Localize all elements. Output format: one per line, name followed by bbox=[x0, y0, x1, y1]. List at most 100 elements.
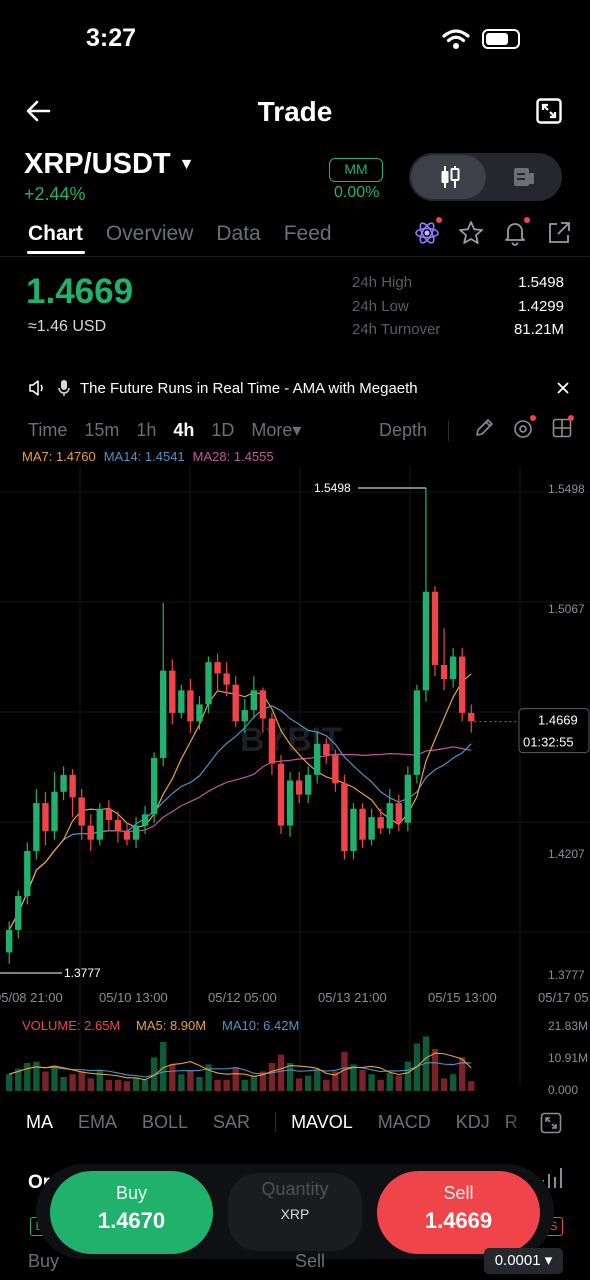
interval-1h[interactable]: 1h bbox=[136, 420, 156, 441]
volume-bar bbox=[6, 1074, 13, 1091]
candle-body bbox=[431, 591, 439, 665]
buy-button[interactable]: Buy 1.4670 bbox=[50, 1171, 213, 1254]
interval-more[interactable]: More▾ bbox=[251, 420, 301, 441]
mm-badge[interactable]: MM bbox=[329, 158, 383, 182]
volume-bar bbox=[431, 1049, 439, 1091]
ma-legend: MA7: 1.4760 MA14: 1.4541 MA28: 1.4555 bbox=[22, 449, 274, 464]
tab-data[interactable]: Data bbox=[216, 222, 260, 246]
volume-bar bbox=[33, 1061, 40, 1091]
candle-view-option[interactable] bbox=[411, 155, 486, 199]
pencil-icon[interactable] bbox=[474, 418, 494, 438]
volume-value: VOLUME: 2.65M bbox=[22, 1018, 120, 1033]
star-icon[interactable] bbox=[458, 220, 484, 246]
page-title: Trade bbox=[257, 96, 333, 127]
candle-body bbox=[304, 774, 312, 795]
low-marker-label: 1.3777 bbox=[64, 966, 101, 980]
buy-label: Buy bbox=[115, 1183, 148, 1203]
indicator-kdj[interactable]: KDJ bbox=[456, 1112, 490, 1133]
volume-bar bbox=[78, 1071, 85, 1091]
stat-row-high: 24h High 1.5498 bbox=[352, 274, 564, 298]
notification-dot bbox=[530, 415, 536, 421]
candle-body bbox=[178, 690, 185, 713]
tick-size-select[interactable]: 0.0001 ▾ bbox=[484, 1248, 563, 1274]
pair-symbol: XRP/USDT bbox=[24, 148, 171, 180]
candle-body bbox=[51, 791, 58, 832]
indicator-boll[interactable]: BOLL bbox=[142, 1112, 188, 1133]
candle-body bbox=[141, 814, 149, 826]
candle-body bbox=[277, 763, 285, 826]
volume-bar bbox=[286, 1063, 294, 1091]
pair-selector[interactable]: XRP/USDT ▼ bbox=[24, 148, 194, 181]
share-icon[interactable] bbox=[546, 220, 572, 246]
indicator-ema[interactable]: EMA bbox=[78, 1112, 117, 1133]
candlestick-icon bbox=[441, 166, 460, 188]
indicator-ma[interactable]: MA bbox=[26, 1112, 53, 1133]
candle-body bbox=[60, 774, 67, 792]
candle-body bbox=[332, 755, 339, 784]
candle-body bbox=[286, 780, 294, 826]
price-axis-label: 1.4207 bbox=[548, 847, 585, 861]
indicator-sar[interactable]: SAR bbox=[213, 1112, 250, 1133]
candle-body bbox=[268, 718, 276, 764]
stat-label: 24h High bbox=[352, 274, 413, 291]
candle-body bbox=[160, 670, 167, 758]
candle-body bbox=[69, 774, 76, 798]
gear-icon bbox=[514, 420, 532, 438]
close-icon[interactable] bbox=[556, 381, 570, 395]
indicator-macd[interactable]: MACD bbox=[378, 1112, 431, 1133]
quantity-placeholder: Quantity bbox=[261, 1179, 329, 1199]
stat-value: 1.4299 bbox=[518, 297, 564, 315]
indicator-mavol[interactable]: MAVOL bbox=[291, 1112, 353, 1133]
candle-body bbox=[350, 808, 357, 851]
mm-value: 0.00% bbox=[334, 184, 380, 201]
microphone-icon bbox=[58, 380, 70, 396]
candle-body bbox=[15, 896, 22, 930]
stat-label: 24h Low bbox=[352, 297, 409, 315]
depth-tab[interactable]: Depth bbox=[379, 420, 427, 441]
time-axis-label: 05/15 13:00 bbox=[428, 990, 497, 1005]
candle-body bbox=[250, 690, 258, 711]
volume-bar bbox=[449, 1074, 457, 1091]
layout-settings[interactable] bbox=[552, 415, 574, 438]
interval-15m[interactable]: 15m bbox=[84, 420, 119, 441]
candle-body bbox=[422, 591, 430, 691]
candle-body bbox=[105, 808, 113, 820]
candle-body bbox=[132, 825, 140, 840]
volume-bar bbox=[178, 1074, 185, 1091]
interval-4h[interactable]: 4h bbox=[173, 420, 194, 441]
candle-body bbox=[314, 743, 321, 775]
fullscreen-icon[interactable] bbox=[536, 98, 562, 124]
ai-atom-icon[interactable] bbox=[414, 217, 442, 246]
time-axis-label: 05/12 05:00 bbox=[208, 990, 277, 1005]
tab-overview[interactable]: Overview bbox=[106, 222, 194, 246]
ma28-value: MA28: 1.4555 bbox=[192, 449, 274, 464]
tab-chart[interactable]: Chart bbox=[28, 222, 83, 246]
candle-body bbox=[114, 819, 122, 832]
tab-feed[interactable]: Feed bbox=[284, 222, 332, 246]
interval-1d[interactable]: 1D bbox=[211, 420, 234, 441]
announcement-banner[interactable]: The Future Runs in Real Time - AMA with … bbox=[28, 379, 570, 397]
chart-view-toggle[interactable] bbox=[409, 153, 562, 201]
announcement-text: The Future Runs in Real Time - AMA with … bbox=[80, 379, 418, 397]
order-book-view-icon[interactable] bbox=[512, 165, 536, 189]
candle-body bbox=[187, 690, 194, 722]
bell-icon[interactable] bbox=[502, 217, 530, 246]
interval-time[interactable]: Time bbox=[28, 420, 67, 441]
expand-indicators-icon[interactable] bbox=[540, 1112, 562, 1134]
volume-bar bbox=[395, 1075, 402, 1091]
volume-bar bbox=[60, 1077, 67, 1091]
candle-body bbox=[468, 712, 475, 722]
volume-ma10-value: MA10: 6.42M bbox=[222, 1018, 299, 1033]
volume-bar bbox=[241, 1079, 248, 1091]
candle-body bbox=[368, 817, 375, 840]
candlestick-chart[interactable]: BYBIT1.54981.50671.42071.37771.54981.377… bbox=[0, 466, 590, 1096]
quantity-input[interactable]: Quantity XRP bbox=[228, 1173, 362, 1251]
caret-down-icon: ▼ bbox=[178, 155, 195, 173]
indicator-settings[interactable] bbox=[512, 415, 536, 440]
grid-icon bbox=[552, 418, 572, 438]
toolbar-separator bbox=[448, 421, 449, 441]
sell-button[interactable]: Sell 1.4669 bbox=[377, 1171, 540, 1254]
volume-bar bbox=[42, 1071, 49, 1091]
candle-body bbox=[259, 690, 267, 719]
volume-bar bbox=[105, 1079, 113, 1091]
